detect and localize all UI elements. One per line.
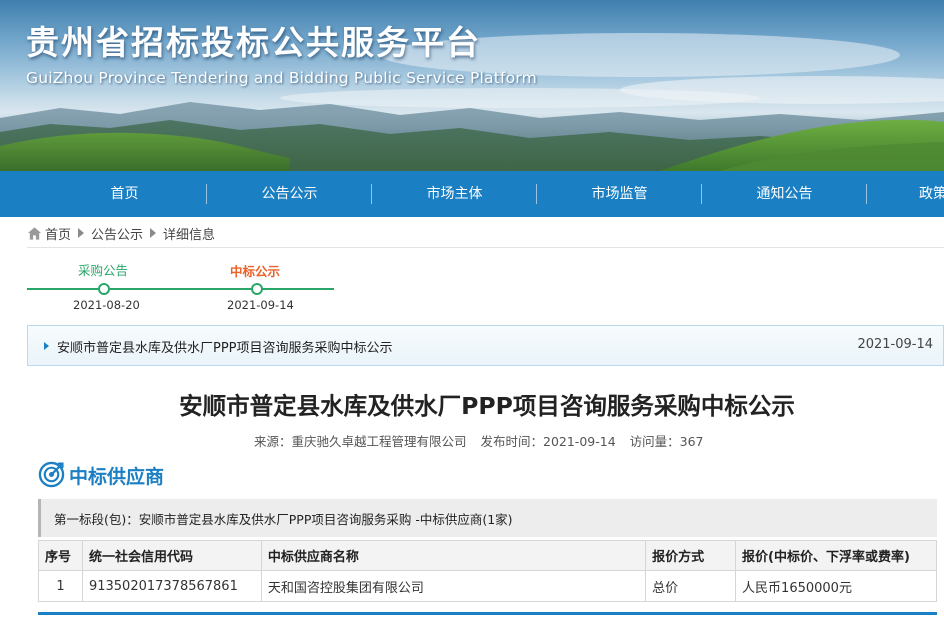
divider (27, 247, 944, 248)
chevron-right-icon (150, 228, 157, 238)
cell-quote-method: 总价 (645, 570, 737, 602)
table-header-row: 序号 统一社会信用代码 中标供应商名称 报价方式 报价(中标价、下浮率或费率) (38, 540, 937, 571)
target-icon (38, 461, 65, 488)
column-header-index: 序号 (38, 540, 83, 571)
timeline-step-procurement-label[interactable]: 采购公告 (78, 260, 128, 279)
notice-summary-bar[interactable]: 安顺市普定县水库及供水厂PPP项目咨询服务采购中标公示 2021-09-14 (27, 325, 944, 366)
breadcrumb: 首页 公告公示 详细信息 (27, 224, 216, 243)
nav-item-market-entities[interactable]: 市场主体 (372, 171, 537, 217)
lot-header: 第一标段(包)：安顺市普定县水库及供水厂PPP项目咨询服务采购 -中标供应商(1… (38, 499, 937, 537)
column-header-credit-code: 统一社会信用代码 (81, 540, 262, 571)
timeline-dot[interactable] (251, 283, 263, 295)
article-publish-time: 发布时间：2021-09-14 (480, 434, 616, 449)
article-meta: 来源：重庆驰久卓越工程管理有限公司 发布时间：2021-09-14 访问量：36… (254, 431, 714, 450)
site-title: 贵州省招标投标公共服务平台 (26, 23, 481, 62)
main-nav: 首页 公告公示 市场主体 市场监管 通知公告 政策 (0, 171, 944, 217)
column-header-quote-method: 报价方式 (645, 540, 737, 571)
breadcrumb-announcements[interactable]: 公告公示 (91, 224, 143, 243)
timeline-dot[interactable] (98, 283, 110, 295)
caret-right-icon (44, 342, 49, 350)
nav-item-market-supervision[interactable]: 市场监管 (537, 171, 702, 217)
article-views: 访问量：367 (629, 434, 704, 449)
cell-quote: 人民币1650000元 (735, 570, 937, 602)
breadcrumb-home[interactable]: 首页 (45, 224, 71, 243)
header-banner: 贵州省招标投标公共服务平台 GuiZhou Province Tendering… (0, 0, 944, 171)
home-icon (27, 226, 42, 240)
lot-description: 第一标段(包)：安顺市普定县水库及供水厂PPP项目咨询服务采购 -中标供应商(1… (54, 512, 513, 527)
notice-summary-title: 安顺市普定县水库及供水厂PPP项目咨询服务采购中标公示 (57, 341, 393, 356)
site-subtitle: GuiZhou Province Tendering and Bidding P… (26, 69, 537, 87)
nav-item-announcements[interactable]: 公告公示 (207, 171, 372, 217)
nav-item-home[interactable]: 首页 (42, 171, 207, 217)
table-row: 1 913502017378567861 天和国咨控股集团有限公司 总价 人民币… (38, 570, 937, 602)
section-title: 中标供应商 (69, 466, 165, 488)
notice-summary-date: 2021-09-14 (857, 337, 933, 352)
article-source: 来源：重庆驰久卓越工程管理有限公司 (254, 434, 467, 449)
chevron-right-icon (78, 228, 85, 238)
cell-index: 1 (38, 570, 83, 602)
section-bottom-border (38, 612, 937, 615)
cell-supplier-name: 天和国咨控股集团有限公司 (260, 570, 647, 602)
nav-item-policy[interactable]: 政策 (867, 171, 944, 217)
column-header-quote: 报价(中标价、下浮率或费率) (735, 540, 937, 571)
timeline-track (27, 288, 334, 290)
column-header-supplier-name: 中标供应商名称 (260, 540, 647, 571)
timeline-step-award-label[interactable]: 中标公示 (230, 261, 280, 280)
breadcrumb-current: 详细信息 (163, 227, 216, 243)
article-title: 安顺市普定县水库及供水厂PPP项目咨询服务采购中标公示 (179, 392, 795, 420)
timeline-step-procurement-date: 2021-08-20 (73, 298, 140, 312)
cell-credit-code: 913502017378567861 (81, 570, 262, 602)
nav-item-notices[interactable]: 通知公告 (702, 171, 867, 217)
timeline-step-award-date: 2021-09-14 (227, 298, 294, 312)
winning-supplier-table: 序号 统一社会信用代码 中标供应商名称 报价方式 报价(中标价、下浮率或费率) … (38, 540, 937, 602)
